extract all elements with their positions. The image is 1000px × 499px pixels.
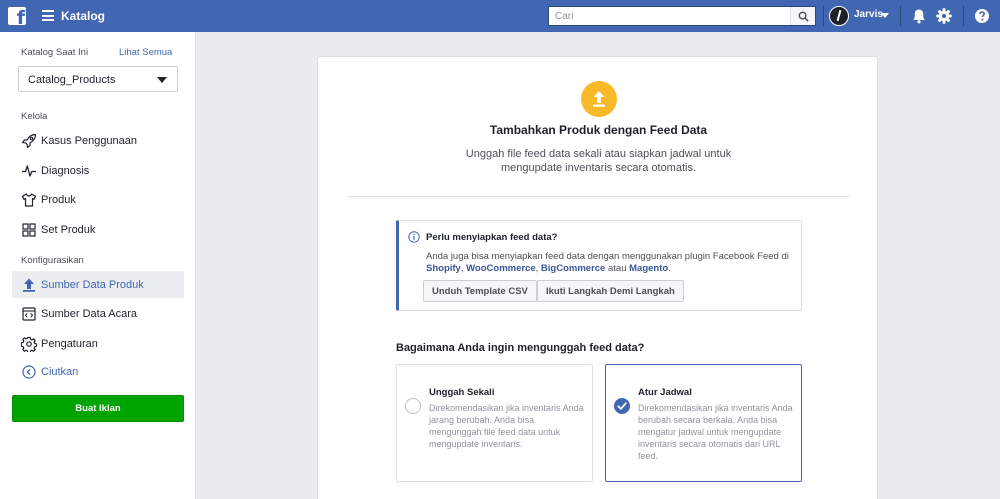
collapse-sidebar-button[interactable]: Ciutkan [12,358,184,385]
gear-icon [20,335,38,353]
sidebar-item-label: Diagnosis [41,164,90,177]
sidebar-item-label: Kasus Penggunaan [41,134,138,147]
user-name[interactable]: Jarvis [854,9,883,20]
option-set-schedule[interactable]: Atur Jadwal Direkomendasikan jika invent… [605,364,802,482]
app-title: Katalog [61,9,106,23]
topbar-divider [823,6,824,26]
info-box: Perlu menyiapkan feed data? Anda juga bi… [396,220,802,311]
divider [348,196,849,197]
upload-icon [20,276,38,294]
search-box [548,6,816,26]
pulse-icon [20,162,38,180]
search-icon [798,11,809,22]
info-title: Perlu menyiapkan feed data? [426,232,558,243]
help-icon[interactable] [974,8,990,24]
see-all-link[interactable]: Lihat Semua [119,47,172,58]
sidebar-item-settings[interactable]: Pengaturan [12,330,184,357]
shopify-link[interactable]: Shopify [426,263,461,274]
option-upload-once[interactable]: Unggah Sekali Direkomendasikan jika inve… [396,364,593,482]
facebook-logo-icon[interactable]: f [8,7,26,25]
current-catalog-label: Katalog Saat Ini [21,47,89,58]
search-button[interactable] [790,7,815,25]
gear-icon[interactable] [935,7,953,25]
hamburger-menu-icon[interactable] [42,10,54,21]
sidebar-item-label: Set Produk [41,223,96,236]
catalog-select[interactable]: Catalog_Products [18,66,178,92]
avatar[interactable] [829,6,849,26]
sidebar: Katalog Saat Ini Lihat Semua Catalog_Pro… [0,32,196,499]
code-file-icon [20,305,38,323]
upload-icon [581,81,617,117]
catalog-select-value: Catalog_Products [28,74,116,86]
sidebar-item-label: Sumber Data Produk [41,278,144,291]
option-title: Atur Jadwal [638,387,692,398]
sidebar-item-label: Pengaturan [41,337,98,350]
radio-checked-icon[interactable] [614,398,630,414]
sidebar-item-label: Ciutkan [41,365,79,378]
sidebar-item-label: Sumber Data Acara [41,307,137,320]
search-input[interactable] [549,7,790,25]
step-by-step-button[interactable]: Ikuti Langkah Demi Langkah [537,280,684,302]
section-label-manage: Kelola [21,111,48,122]
sidebar-item-use-cases[interactable]: Kasus Penggunaan [12,127,184,154]
shirt-icon [20,191,38,209]
grid-icon [20,221,38,239]
magento-link[interactable]: Magento [629,263,668,274]
sidebar-item-product-data-sources[interactable]: Sumber Data Produk [12,271,184,298]
rocket-icon [20,132,38,150]
option-description: Direkomendasikan jika inventaris Anda be… [638,403,793,461]
section-label-configure: Konfigurasikan [21,255,84,266]
top-bar: f Katalog Jarvis [0,0,1000,32]
radio-unchecked[interactable] [405,398,421,414]
option-description: Direkomendasikan jika inventaris Anda ja… [429,403,584,449]
chevron-left-circle-icon [20,363,38,381]
sidebar-item-products[interactable]: Produk [12,186,184,213]
create-ad-button[interactable]: Buat Iklan [12,395,184,422]
chevron-down-icon [157,77,167,83]
upload-method-question: Bagaimana Anda ingin mengunggah feed dat… [396,342,645,354]
info-icon [408,231,420,243]
sidebar-item-event-data-sources[interactable]: Sumber Data Acara [12,300,184,327]
woocommerce-link[interactable]: WooCommerce [466,263,536,274]
topbar-divider [900,6,901,26]
bigcommerce-link[interactable]: BigCommerce [541,263,605,274]
sidebar-item-diagnostics[interactable]: Diagnosis [12,157,184,184]
bell-icon[interactable] [910,7,928,25]
info-text: Anda juga bisa menyiapkan feed data deng… [426,251,789,274]
chevron-down-icon[interactable] [881,13,889,18]
page-description: Unggah file feed data sekali atau siapka… [465,148,732,174]
option-title: Unggah Sekali [429,387,495,398]
download-csv-template-button[interactable]: Unduh Template CSV [423,280,537,302]
topbar-divider [963,6,964,26]
sidebar-item-product-sets[interactable]: Set Produk [12,216,184,243]
page-title: Tambahkan Produk dengan Feed Data [489,123,708,137]
sidebar-item-label: Produk [41,193,76,206]
feed-data-card: Tambahkan Produk dengan Feed Data Unggah… [317,56,878,499]
